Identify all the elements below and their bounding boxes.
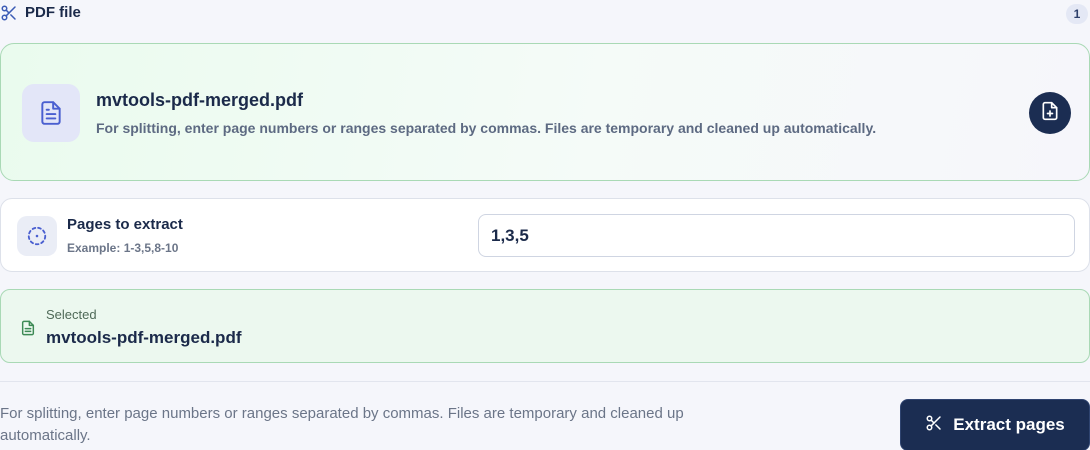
extract-pages-label: Extract pages	[953, 415, 1065, 434]
pages-label: Pages to extract	[67, 216, 183, 233]
scissors-icon	[925, 414, 943, 437]
selected-label: Selected	[46, 307, 97, 322]
file-description: For splitting, enter page numbers or ran…	[96, 120, 877, 136]
file-text-icon	[20, 319, 36, 337]
file-text-icon	[22, 84, 80, 142]
file-count-badge: 1	[1066, 4, 1088, 24]
extract-pages-button[interactable]: Extract pages	[900, 399, 1090, 450]
pages-input[interactable]	[478, 214, 1075, 257]
selected-file-card: Selected mvtools-pdf-merged.pdf	[0, 289, 1090, 363]
footer-note: For splitting, enter page numbers or ran…	[0, 405, 684, 444]
file-plus-icon	[1040, 101, 1060, 126]
scissors-icon	[0, 4, 18, 22]
pages-hint: Example: 1-3,5,8-10	[67, 241, 179, 255]
selected-file-name: mvtools-pdf-merged.pdf	[46, 328, 242, 347]
file-name: mvtools-pdf-merged.pdf	[96, 90, 303, 110]
file-card: mvtools-pdf-merged.pdf For splitting, en…	[0, 43, 1090, 181]
change-file-button[interactable]	[1029, 92, 1071, 134]
divider	[0, 381, 1090, 382]
pages-card: Pages to extract Example: 1-3,5,8-10	[0, 198, 1090, 272]
section-title: PDF file	[25, 4, 81, 21]
section-header: PDF file 1	[0, 0, 1090, 30]
dotted-circle-icon	[17, 216, 57, 256]
